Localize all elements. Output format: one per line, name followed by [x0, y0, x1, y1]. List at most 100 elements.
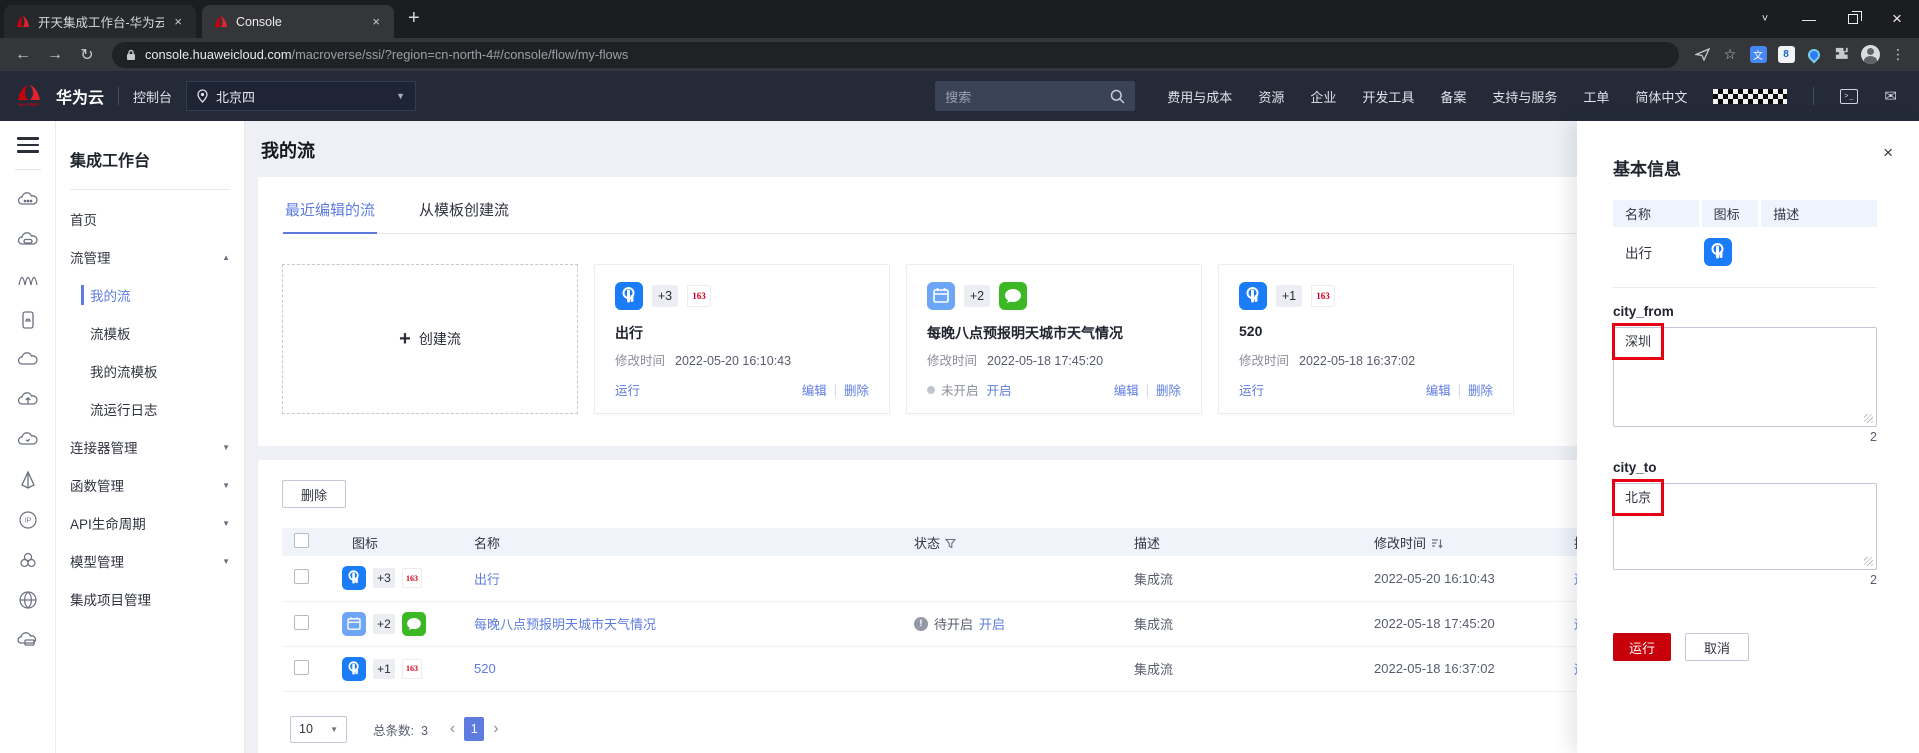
sidebar-item-flow-run-logs[interactable]: 流运行日志: [70, 390, 244, 428]
sidebar-item-flow-management[interactable]: 流管理 ▲: [70, 238, 244, 276]
tab-search-icon[interactable]: ˅: [1743, 0, 1787, 38]
rail-globe-icon[interactable]: [16, 588, 40, 612]
translate-extension-icon[interactable]: 文: [1747, 46, 1769, 63]
rail-ip-circle-icon[interactable]: IP: [16, 508, 40, 532]
rail-cloud-card-icon[interactable]: [16, 628, 40, 652]
account-name-masked[interactable]: [1713, 88, 1788, 104]
nav-support[interactable]: 支持与服务: [1492, 87, 1557, 106]
enable-link[interactable]: 开启: [987, 380, 1012, 399]
sidebar-item-api-lifecycle[interactable]: API生命周期 ▼: [70, 504, 244, 542]
flow-name-link[interactable]: 每晚八点预报明天城市天气情况: [474, 617, 656, 632]
sidebar-item-model-management[interactable]: 模型管理 ▼: [70, 542, 244, 580]
huawei-logo[interactable]: HUAWEI: [16, 84, 42, 108]
sort-icon[interactable]: [1431, 538, 1443, 549]
close-window-button[interactable]: ×: [1875, 0, 1919, 38]
sidebar-item-my-flows[interactable]: 我的流: [70, 276, 244, 314]
flow-name-link[interactable]: 520: [474, 661, 496, 676]
flow-card-weather[interactable]: +2 每晚八点预报明天城市天气情况 修改时间 2022-05-18 17:45:2…: [906, 264, 1202, 414]
chevron-down-icon: ▼: [222, 518, 230, 528]
create-flow-button[interactable]: + 创建流: [282, 264, 578, 414]
browser-tabstrip: 开天集成工作台-华为云 × Console × + ˅ — ×: [0, 0, 1919, 38]
row-checkbox[interactable]: [294, 614, 309, 630]
resize-handle-icon[interactable]: [1864, 414, 1873, 423]
enable-link[interactable]: 开启: [979, 614, 1005, 633]
flow-card-520[interactable]: +1 163 520 修改时间 2022-05-18 16:37:02 运行 编辑…: [1218, 264, 1514, 414]
message-mail-icon[interactable]: ✉: [1884, 87, 1897, 105]
tab-close-icon[interactable]: ×: [370, 14, 382, 29]
run-link[interactable]: 运行: [1239, 380, 1264, 399]
extensions-puzzle-icon[interactable]: [1831, 47, 1853, 62]
extension-icon[interactable]: 8: [1775, 46, 1797, 63]
cancel-button[interactable]: 取消: [1685, 633, 1749, 661]
address-bar[interactable]: console.huaweicloud.com/macroverse/ssi/?…: [112, 41, 1679, 68]
nav-beian[interactable]: 备案: [1440, 87, 1466, 106]
tab-create-from-template[interactable]: 从模板创建流: [417, 195, 511, 233]
new-tab-button[interactable]: +: [408, 7, 420, 30]
rail-cluster-icon[interactable]: [16, 548, 40, 572]
page-size-select[interactable]: 10 ▼: [290, 715, 347, 743]
rail-device-icon[interactable]: [16, 308, 40, 332]
prev-page-icon[interactable]: ‹: [450, 720, 455, 738]
edit-link[interactable]: 编辑: [1114, 380, 1139, 399]
browser-menu-icon[interactable]: ⋮: [1887, 46, 1909, 63]
nav-enterprise[interactable]: 企业: [1310, 87, 1336, 106]
minimize-button[interactable]: —: [1787, 0, 1831, 38]
rail-cloud-icon[interactable]: [16, 348, 40, 372]
location-extension-icon[interactable]: [1803, 46, 1825, 63]
row-checkbox[interactable]: [294, 569, 309, 585]
delete-selected-button[interactable]: 删除: [282, 480, 347, 508]
region-selector[interactable]: 北京四 ▼: [186, 81, 417, 111]
hamburger-menu-icon[interactable]: [16, 133, 39, 157]
delete-link[interactable]: 删除: [1156, 380, 1181, 399]
rail-cloud-ellipsis-icon[interactable]: [16, 188, 40, 212]
row-checkbox[interactable]: [294, 659, 309, 675]
current-page[interactable]: 1: [464, 717, 485, 741]
sidebar-item-project-management[interactable]: 集成项目管理: [70, 580, 244, 618]
rail-cloud-terminal-icon[interactable]: [16, 228, 40, 252]
rail-prism-icon[interactable]: [16, 468, 40, 492]
flow-card-chuxing[interactable]: +3 163 出行 修改时间 2022-05-20 16:10:43 运行 编辑 …: [594, 264, 890, 414]
reload-button[interactable]: ↻: [74, 45, 100, 65]
filter-icon[interactable]: [945, 538, 957, 549]
nav-devtools[interactable]: 开发工具: [1362, 87, 1414, 106]
edit-link[interactable]: 编辑: [1426, 380, 1451, 399]
nav-language[interactable]: 简体中文: [1635, 87, 1687, 106]
nav-billing[interactable]: 费用与成本: [1167, 87, 1232, 106]
send-to-device-icon[interactable]: [1691, 48, 1713, 61]
back-button[interactable]: ←: [10, 46, 36, 64]
rail-cloud-upload-icon[interactable]: [16, 388, 40, 412]
sidebar-item-function-management[interactable]: 函数管理 ▼: [70, 466, 244, 504]
delete-link[interactable]: 删除: [844, 380, 869, 399]
delete-link[interactable]: 删除: [1468, 380, 1493, 399]
select-all-checkbox[interactable]: [294, 533, 309, 548]
console-link[interactable]: 控制台: [133, 87, 172, 106]
restore-button[interactable]: [1831, 0, 1875, 38]
chevron-down-icon: ▼: [222, 480, 230, 490]
brand-name[interactable]: 华为云: [56, 84, 104, 108]
run-link[interactable]: 运行: [615, 380, 640, 399]
browser-tab-console[interactable]: Console ×: [202, 5, 394, 38]
tab-recent-flows[interactable]: 最近编辑的流: [283, 195, 378, 234]
rail-waves-icon[interactable]: [16, 268, 40, 292]
bookmark-star-icon[interactable]: ☆: [1719, 46, 1741, 63]
profile-avatar-icon[interactable]: [1859, 45, 1881, 64]
cli-terminal-icon[interactable]: >_: [1840, 88, 1859, 104]
nav-ticket[interactable]: 工单: [1583, 87, 1609, 106]
rail-cloud-clock-icon[interactable]: [16, 428, 40, 452]
flow-name-link[interactable]: 出行: [474, 572, 500, 587]
resize-handle-icon[interactable]: [1864, 557, 1873, 566]
run-button[interactable]: 运行: [1613, 633, 1671, 661]
global-search-input[interactable]: 搜索: [935, 81, 1136, 111]
search-icon[interactable]: [1110, 89, 1125, 104]
sidebar-item-flow-templates[interactable]: 流模板: [70, 314, 244, 352]
nav-resources[interactable]: 资源: [1258, 87, 1284, 106]
forward-button[interactable]: →: [42, 46, 68, 64]
close-icon[interactable]: ×: [1883, 143, 1893, 163]
sidebar-item-home[interactable]: 首页: [70, 200, 244, 238]
sidebar-item-connector-management[interactable]: 连接器管理 ▼: [70, 428, 244, 466]
browser-tab-workbench[interactable]: 开天集成工作台-华为云 ×: [4, 5, 196, 38]
next-page-icon[interactable]: ›: [493, 720, 498, 738]
edit-link[interactable]: 编辑: [802, 380, 827, 399]
tab-close-icon[interactable]: ×: [172, 14, 184, 29]
sidebar-item-my-flow-templates[interactable]: 我的流模板: [70, 352, 244, 390]
